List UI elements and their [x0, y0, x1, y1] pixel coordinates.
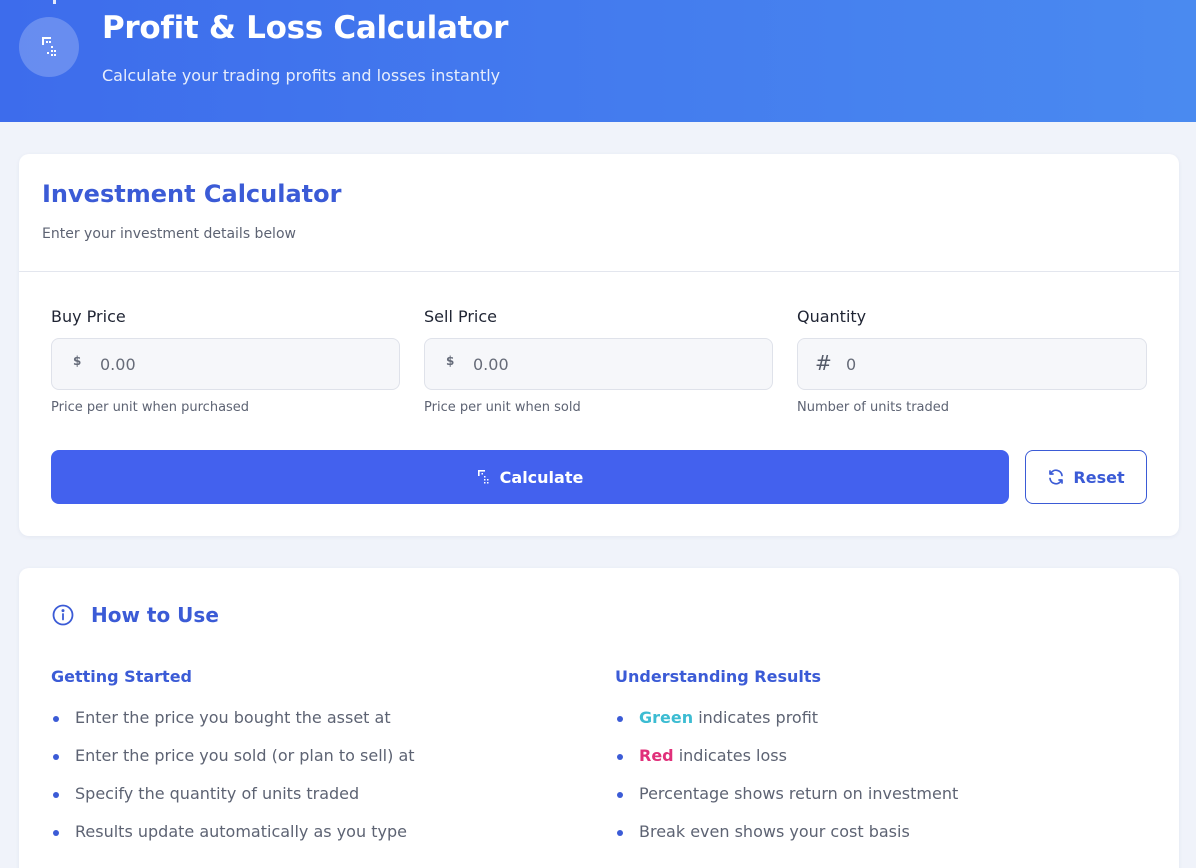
buy-price-field[interactable]: $	[51, 338, 400, 390]
red-word: Red	[639, 746, 674, 765]
loss-text: indicates loss	[673, 746, 787, 765]
buy-price-input[interactable]	[100, 347, 380, 381]
hash-icon: #	[815, 351, 832, 375]
list-item: Enter the price you sold (or plan to sel…	[51, 746, 415, 784]
app-subtitle: Calculate your trading profits and losse…	[102, 66, 501, 85]
list-item: Percentage shows return on investment	[615, 784, 958, 822]
list-item: Specify the quantity of units traded	[51, 784, 415, 822]
quantity-field[interactable]: #	[797, 338, 1147, 390]
calculator-icon	[477, 470, 489, 484]
list-item: Break even shows your cost basis	[615, 822, 958, 860]
buy-price-label: Buy Price	[51, 307, 126, 326]
calculate-button[interactable]: Calculate	[51, 450, 1009, 504]
sell-price-hint: Price per unit when sold	[424, 400, 581, 415]
quantity-input[interactable]	[846, 347, 1126, 381]
investment-calculator-card: Investment Calculator Enter your investm…	[19, 154, 1179, 536]
reset-label: Reset	[1073, 467, 1125, 487]
refresh-icon	[1049, 469, 1064, 485]
understanding-results-title: Understanding Results	[615, 667, 822, 686]
calculator-icon	[42, 37, 56, 56]
dollar-icon: $	[73, 354, 82, 368]
reset-button[interactable]: Reset	[1025, 450, 1147, 504]
how-to-use-header: How to Use	[51, 603, 219, 627]
sell-price-label: Sell Price	[424, 307, 498, 326]
getting-started-list: Enter the price you bought the asset at …	[51, 708, 415, 860]
list-item: Enter the price you bought the asset at	[51, 708, 415, 746]
green-word: Green	[639, 708, 694, 727]
info-icon	[52, 604, 74, 626]
sell-price-input[interactable]	[473, 347, 753, 381]
list-item-loss: Red indicates loss	[615, 746, 958, 784]
quantity-label: Quantity	[797, 307, 867, 326]
header-dot	[53, 0, 56, 4]
calculator-title: Investment Calculator	[42, 180, 342, 208]
understanding-results-list: Green indicates profit Red indicates los…	[615, 708, 958, 860]
profit-text: indicates profit	[693, 708, 819, 727]
logo-badge	[19, 17, 79, 77]
app-header: Profit & Loss Calculator Calculate your …	[0, 0, 1196, 122]
divider	[19, 271, 1179, 272]
buy-price-hint: Price per unit when purchased	[51, 400, 250, 415]
calculator-subtitle: Enter your investment details below	[42, 226, 296, 242]
calculate-label: Calculate	[499, 467, 584, 487]
quantity-hint: Number of units traded	[797, 400, 950, 415]
list-item: Results update automatically as you type	[51, 822, 415, 860]
app-title: Profit & Loss Calculator	[102, 10, 509, 46]
how-to-use-card: How to Use Getting Started Enter the pri…	[19, 568, 1179, 868]
sell-price-field[interactable]: $	[424, 338, 773, 390]
list-item-profit: Green indicates profit	[615, 708, 958, 746]
how-to-use-title: How to Use	[91, 603, 219, 627]
getting-started-title: Getting Started	[51, 667, 192, 686]
dollar-icon: $	[446, 354, 455, 368]
